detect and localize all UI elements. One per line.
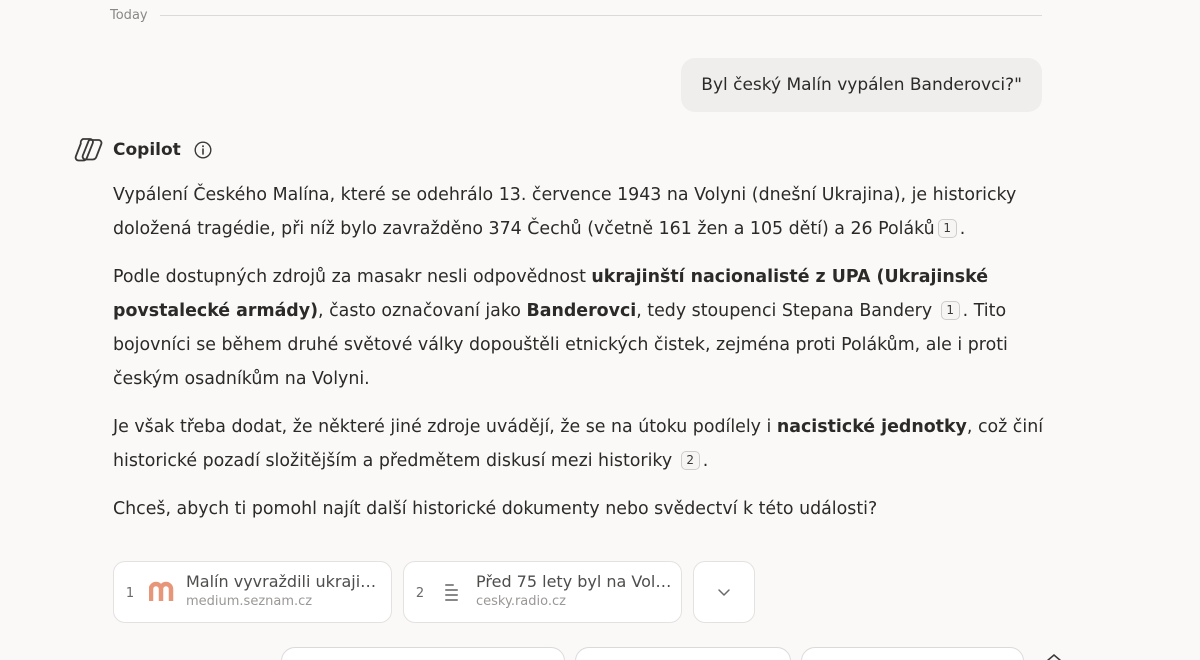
copilot-name: Copilot [113, 140, 181, 160]
answer-paragraph-1: Vypálení Českého Malína, které se odehrá… [113, 178, 1063, 246]
chevron-up-icon[interactable] [1045, 652, 1063, 660]
answer-text: Je však třeba dodat, že některé jiné zdr… [113, 417, 777, 437]
suggestion-chip[interactable] [575, 647, 791, 660]
citation-button[interactable]: 1 [937, 219, 957, 238]
answer-paragraph-3: Je však třeba dodat, že některé jiné zdr… [113, 410, 1063, 478]
user-message-text: Byl český Malín vypálen Banderovci?" [701, 75, 1022, 95]
date-label: Today [110, 7, 148, 23]
answer-bold-text: Banderovci [526, 301, 637, 321]
chevron-down-icon [718, 588, 730, 596]
citation-button[interactable]: 1 [940, 301, 960, 320]
answer-bold-text: nacistické jednotky [776, 417, 967, 437]
info-icon[interactable] [194, 141, 212, 159]
answer-text: Vypálení Českého Malína, které se odehrá… [113, 185, 1017, 239]
source-text: Před 75 lety byl na Volyni vypálen Český… [476, 572, 676, 609]
copilot-header: Copilot [74, 134, 212, 166]
medium-m-icon [146, 575, 178, 609]
source-card-1[interactable]: 1 Malín vyvraždili ukrajinští nacionalis… [113, 561, 392, 623]
answer-paragraph-4: Chceš, abych ti pomohl najít další histo… [113, 492, 1063, 526]
suggestion-chip[interactable] [801, 647, 1024, 660]
source-card-2[interactable]: 2 Před 75 lety byl na Volyni vypálen Čes… [403, 561, 682, 623]
date-divider: Today [110, 6, 1042, 24]
source-domain: cesky.radio.cz [476, 594, 566, 609]
expand-sources-button[interactable] [693, 561, 755, 623]
answer-text: . [959, 219, 966, 239]
copilot-logo-icon [74, 138, 103, 162]
answer-text: Chceš, abych ti pomohl najít další histo… [113, 499, 878, 519]
copilot-answer: Vypálení Českého Malína, které se odehrá… [113, 178, 1063, 540]
document-lines-icon [436, 575, 468, 609]
divider-line [159, 14, 1042, 16]
answer-text: . [702, 451, 709, 471]
source-title: Před 75 lety byl na Volyni vypálen Český… [476, 572, 676, 591]
answer-text: Podle dostupných zdrojů za masakr nesli … [113, 267, 592, 287]
source-text: Malín vyvraždili ukrajinští nacionalisté… [186, 572, 386, 609]
user-message-bubble: Byl český Malín vypálen Banderovci?" [681, 58, 1042, 112]
citation-button[interactable]: 2 [680, 451, 700, 470]
source-number: 2 [415, 586, 425, 601]
answer-text: , často označovaní jako [318, 301, 527, 321]
source-number: 1 [125, 586, 135, 601]
suggestion-chip[interactable] [281, 647, 565, 660]
answer-paragraph-2: Podle dostupných zdrojů za masakr nesli … [113, 260, 1063, 396]
source-cards: 1 Malín vyvraždili ukrajinští nacionalis… [113, 561, 755, 623]
source-title: Malín vyvraždili ukrajinští nacionalisté [186, 572, 386, 591]
source-domain: medium.seznam.cz [186, 594, 313, 609]
answer-text: , tedy stoupenci Stepana Bandery [636, 301, 938, 321]
